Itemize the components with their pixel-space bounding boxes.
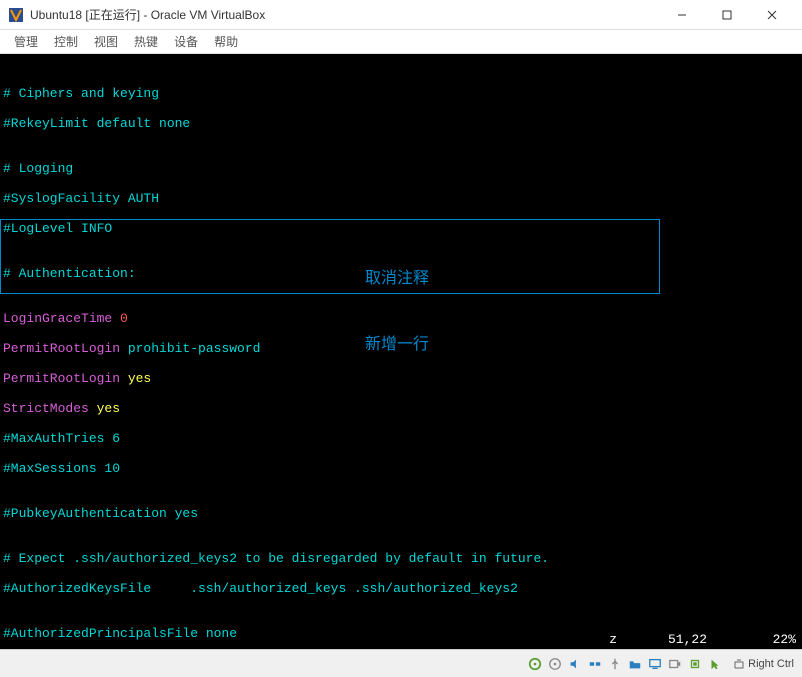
terminal-line: # Ciphers and keying: [3, 86, 799, 101]
close-button[interactable]: [749, 0, 794, 30]
minimize-button[interactable]: [659, 0, 704, 30]
vim-status-percent: 22%: [773, 632, 796, 647]
terminal-line: # Expect .ssh/authorized_keys2 to be dis…: [3, 551, 799, 566]
menu-manage[interactable]: 管理: [6, 33, 46, 50]
terminal-line: StrictModes yes: [3, 401, 799, 416]
terminal-line: PermitRootLogin yes: [3, 371, 799, 386]
menu-control[interactable]: 控制: [46, 33, 86, 50]
window-title: Ubuntu18 [正在运行] - Oracle VM VirtualBox: [30, 6, 659, 23]
terminal-line: #SyslogFacility AUTH: [3, 191, 799, 206]
maximize-button[interactable]: [704, 0, 749, 30]
recording-icon[interactable]: [667, 656, 683, 672]
terminal-line: #MaxSessions 10: [3, 461, 799, 476]
usb-icon[interactable]: [607, 656, 623, 672]
audio-icon[interactable]: [567, 656, 583, 672]
virtualbox-status-bar: Right Ctrl: [0, 649, 802, 677]
vim-status-position: 51,22: [668, 632, 707, 647]
menu-hotkeys[interactable]: 热键: [126, 33, 166, 50]
terminal-line: # Logging: [3, 161, 799, 176]
menu-view[interactable]: 视图: [86, 33, 126, 50]
shared-folders-icon[interactable]: [627, 656, 643, 672]
host-key-icon: [733, 658, 745, 670]
terminal-viewport[interactable]: # Ciphers and keying #RekeyLimit default…: [0, 54, 802, 649]
terminal-line: #LogLevel INFO: [3, 221, 799, 236]
window-controls: [659, 0, 794, 30]
optical-disk-icon[interactable]: [547, 656, 563, 672]
display-icon[interactable]: [647, 656, 663, 672]
host-key-indicator[interactable]: Right Ctrl: [733, 658, 794, 670]
network-icon[interactable]: [587, 656, 603, 672]
terminal-line: #MaxAuthTries 6: [3, 431, 799, 446]
terminal-line: LoginGraceTime 0: [3, 311, 799, 326]
title-bar: Ubuntu18 [正在运行] - Oracle VM VirtualBox: [0, 0, 802, 30]
terminal-line: #AuthorizedKeysFile .ssh/authorized_keys…: [3, 581, 799, 596]
menu-devices[interactable]: 设备: [166, 33, 206, 50]
mouse-integration-icon[interactable]: [707, 656, 723, 672]
terminal-line: PermitRootLogin prohibit-password: [3, 341, 799, 356]
virtualbox-icon: [8, 7, 24, 23]
terminal-line: #RekeyLimit default none: [3, 116, 799, 131]
menu-help[interactable]: 帮助: [206, 33, 246, 50]
terminal-line: #PubkeyAuthentication yes: [3, 506, 799, 521]
processor-icon[interactable]: [687, 656, 703, 672]
terminal-line: # Authentication:: [3, 266, 799, 281]
hard-disk-icon[interactable]: [527, 656, 543, 672]
vim-status-mode: z: [609, 632, 617, 647]
menu-bar: 管理 控制 视图 热键 设备 帮助: [0, 30, 802, 54]
